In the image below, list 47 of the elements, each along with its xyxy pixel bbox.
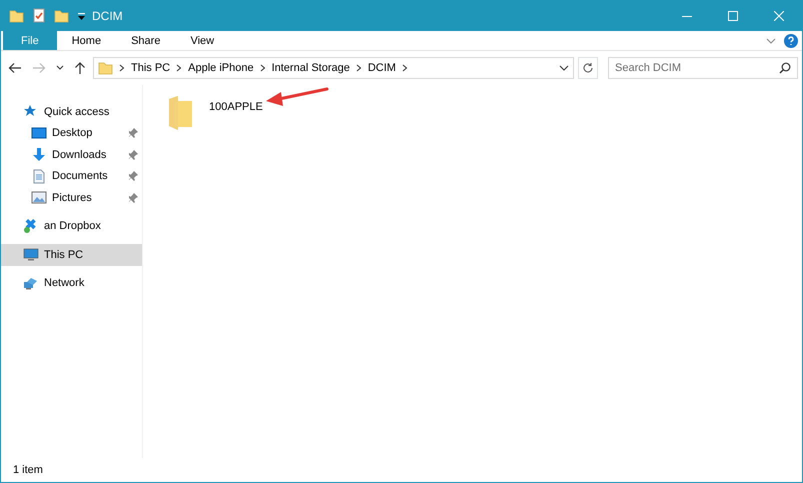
- folder-icon: [167, 95, 193, 131]
- chevron-down-icon[interactable]: [559, 64, 569, 72]
- breadcrumb[interactable]: Internal Storage: [272, 60, 350, 76]
- address-bar[interactable]: This PC Apple iPhone Internal Storage DCIM: [93, 57, 574, 79]
- sidebar-item[interactable]: Network: [1, 272, 142, 294]
- sidebar-item[interactable]: Downloads: [1, 144, 142, 166]
- folder-item[interactable]: 100APPLE: [167, 95, 263, 131]
- chevron-down-icon: [56, 65, 64, 71]
- monitor-icon: [23, 247, 39, 262]
- picture-icon: [31, 190, 47, 206]
- chevron-right-icon[interactable]: [176, 64, 182, 72]
- chevron-right-icon[interactable]: [402, 64, 408, 72]
- sidebar-item[interactable]: Documents: [1, 166, 142, 187]
- sidebar-item[interactable]: Pictures: [1, 187, 142, 208]
- folder-icon: [98, 60, 113, 76]
- close-icon: [774, 11, 784, 21]
- status-text: 1 item: [13, 462, 43, 478]
- dropdown-icon[interactable]: [77, 11, 86, 21]
- annotation-arrow-icon: [265, 87, 329, 107]
- breadcrumb[interactable]: DCIM: [368, 60, 396, 76]
- chevron-right-icon[interactable]: [260, 64, 266, 72]
- sidebar-item[interactable]: an Dropbox: [1, 216, 142, 237]
- help-icon[interactable]: [784, 34, 798, 48]
- ribbon-tab[interactable]: Share: [116, 31, 176, 50]
- network-icon: [23, 276, 39, 291]
- checklist-icon[interactable]: [32, 8, 46, 24]
- refresh-icon: [582, 62, 594, 74]
- search-field[interactable]: Search DCIM: [608, 57, 798, 79]
- chevron-right-icon[interactable]: [119, 64, 125, 72]
- back-arrow-icon: [8, 62, 22, 74]
- maximize-icon: [728, 11, 738, 21]
- chevron-right-icon[interactable]: [356, 64, 362, 72]
- sidebar-item[interactable]: This PC: [1, 244, 142, 266]
- forward-arrow-icon: [32, 62, 46, 74]
- refresh-button[interactable]: [578, 57, 598, 79]
- search-icon: [779, 62, 791, 74]
- ribbon-tab[interactable]: View: [175, 31, 230, 50]
- sidebar-item[interactable]: Desktop: [1, 122, 142, 144]
- down-arrow-icon: [31, 147, 47, 162]
- breadcrumb[interactable]: Apple iPhone: [188, 60, 254, 76]
- up-arrow-icon: [74, 61, 86, 75]
- window-title: DCIM: [92, 8, 123, 25]
- monitor-icon: [31, 126, 47, 141]
- document-icon: [31, 168, 47, 184]
- sidebar-item[interactable]: Quick access: [1, 101, 142, 122]
- breadcrumb[interactable]: This PC: [131, 60, 170, 76]
- ribbon-tab[interactable]: Home: [56, 31, 116, 50]
